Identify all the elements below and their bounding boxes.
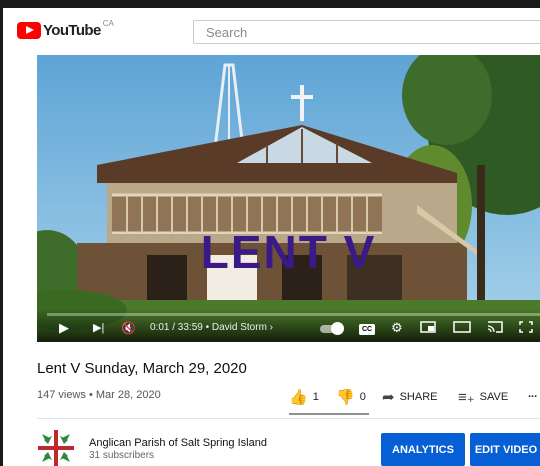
share-arrow-icon: ➦ bbox=[382, 389, 395, 406]
like-count: 1 bbox=[312, 391, 319, 403]
share-label: SHARE bbox=[399, 391, 438, 403]
time-display: 0:01 / 33:59 • David Storm › bbox=[150, 322, 274, 333]
cc-icon: CC bbox=[359, 324, 376, 335]
youtube-play-icon bbox=[17, 22, 41, 39]
dislike-count: 0 bbox=[359, 391, 366, 403]
like-button[interactable]: 👍 1 bbox=[289, 388, 319, 406]
player-controls: ▶ ▶| 🔇 0:01 / 33:59 • David Storm › CC ⚙ bbox=[37, 309, 540, 342]
dislike-button[interactable]: 👎 0 bbox=[336, 388, 366, 406]
divider bbox=[37, 418, 540, 419]
autoplay-toggle-knob bbox=[331, 322, 344, 335]
search-placeholder: Search bbox=[206, 25, 248, 40]
progress-bar[interactable] bbox=[47, 313, 540, 316]
subscriber-count: 31 subscribers bbox=[89, 450, 155, 461]
search-input[interactable]: Search bbox=[193, 20, 540, 44]
next-icon[interactable]: ▶| bbox=[93, 321, 104, 335]
more-icon: ... bbox=[528, 388, 538, 400]
window-frame-top bbox=[0, 0, 540, 8]
mute-icon[interactable]: 🔇 bbox=[121, 321, 136, 335]
edit-video-button[interactable]: EDIT VIDEO bbox=[470, 433, 540, 466]
logo-region: CA bbox=[102, 19, 114, 28]
masthead: YouTube CA Search bbox=[3, 8, 540, 54]
video-player[interactable]: LENT V ▶ ▶| 🔇 0:01 / 33:59 • David Storm… bbox=[37, 55, 540, 342]
playlist-add-icon: ≡₊ bbox=[458, 389, 475, 406]
logo-text: YouTube bbox=[43, 22, 101, 39]
play-icon[interactable]: ▶ bbox=[59, 321, 69, 335]
more-actions-button[interactable]: ... bbox=[528, 388, 537, 400]
channel-name[interactable]: Anglican Parish of Salt Spring Island bbox=[89, 437, 267, 449]
save-button[interactable]: ≡₊ SAVE bbox=[458, 388, 508, 406]
window-frame-left bbox=[0, 0, 3, 466]
sentiment-bar bbox=[289, 413, 369, 415]
youtube-logo[interactable]: YouTube CA bbox=[17, 19, 114, 39]
captions-button[interactable]: CC bbox=[359, 320, 376, 337]
analytics-button[interactable]: ANALYTICS bbox=[381, 433, 465, 466]
video-meta: 147 views • Mar 28, 2020 bbox=[37, 389, 161, 401]
video-title: Lent V Sunday, March 29, 2020 bbox=[37, 360, 247, 377]
video-overlay-title: LENT V bbox=[200, 226, 377, 278]
settings-gear-icon[interactable]: ⚙ bbox=[391, 321, 403, 335]
thumbs-down-icon: 👎 bbox=[336, 389, 355, 406]
video-thumbnail-image bbox=[37, 55, 540, 342]
thumbs-up-icon: 👍 bbox=[289, 389, 308, 406]
save-label: SAVE bbox=[479, 391, 509, 403]
share-button[interactable]: ➦ SHARE bbox=[382, 388, 437, 406]
channel-avatar[interactable] bbox=[38, 430, 74, 466]
